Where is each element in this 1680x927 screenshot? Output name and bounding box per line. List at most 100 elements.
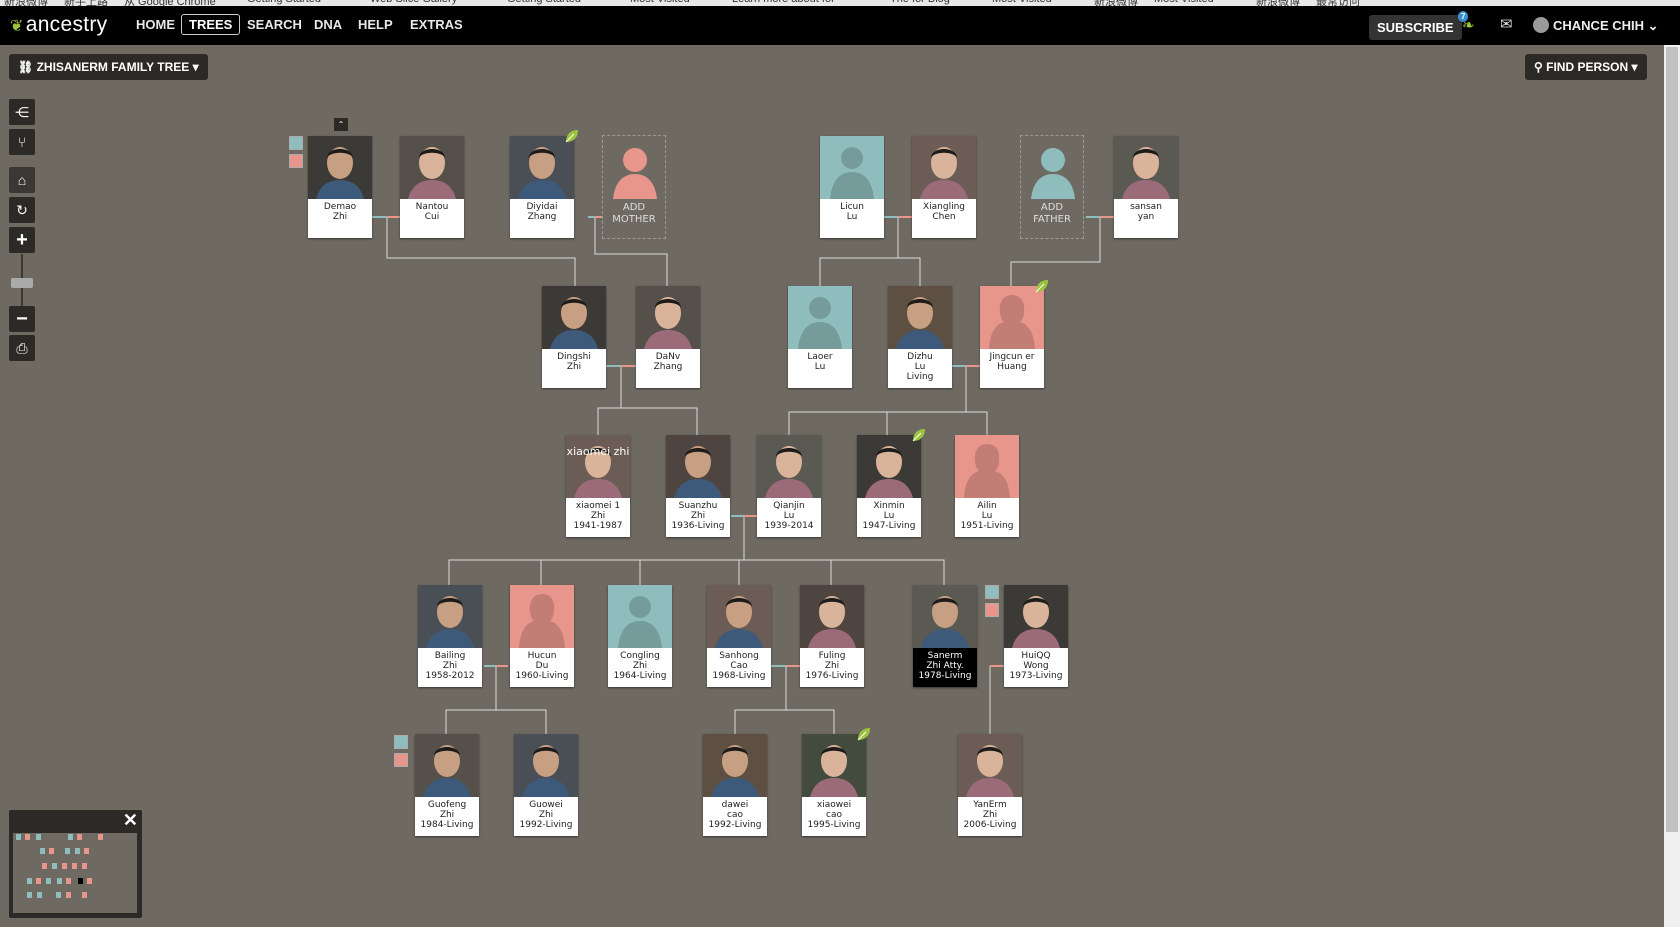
person-card-suanzhu[interactable]: Suanzhu Zhi 1936-Living xyxy=(666,435,730,537)
person-card-laoer[interactable]: Laoer Lu xyxy=(788,286,852,388)
person-card-sanerm[interactable]: Sanerm Zhi Atty. 1978-Living xyxy=(913,585,977,687)
hint-leaf-icon[interactable] xyxy=(564,129,579,144)
minimap-person xyxy=(78,878,83,884)
minimap-person xyxy=(42,863,47,869)
hint-leaf-icon[interactable] xyxy=(1034,279,1049,294)
person-card-guowei[interactable]: Guowei Zhi 1992-Living xyxy=(514,734,578,836)
person-card-dingshi[interactable]: Dingshi Zhi xyxy=(542,286,606,388)
person-card-dawei[interactable]: dawei cao 1992-Living xyxy=(703,734,767,836)
person-card-danv[interactable]: DaNv Zhang xyxy=(636,286,700,388)
person-name: Suanzhu Zhi 1936-Living xyxy=(666,498,730,537)
parent-mother-mini[interactable] xyxy=(985,603,999,617)
person-card-yanerm[interactable]: YanErm Zhi 2006-Living xyxy=(958,734,1022,836)
person-name: xiaomei 1 Zhi 1941-1987 xyxy=(566,498,630,537)
person-card-dizhu[interactable]: Dizhu Lu Living xyxy=(888,286,952,388)
hint-leaf-icon[interactable] xyxy=(856,727,871,742)
person-name: Dingshi Zhi xyxy=(542,349,606,388)
person-name-line: Cao xyxy=(730,661,748,671)
person-card-xinmin[interactable]: Xinmin Lu 1947-Living xyxy=(857,435,921,537)
person-name-line: Suanzhu xyxy=(678,501,718,511)
person-name: dawei cao 1992-Living xyxy=(703,797,767,836)
person-card-sansan[interactable]: sansan yan xyxy=(1114,136,1178,238)
person-name: Licun Lu xyxy=(820,199,884,238)
person-card-hucun[interactable]: Hucun Du 1960-Living xyxy=(510,585,574,687)
person-name-line: Cui xyxy=(424,212,440,222)
person-card-xiangling[interactable]: Xiangling Chen xyxy=(912,136,976,238)
person-name-line: Zhi xyxy=(439,810,455,820)
person-card-fuling[interactable]: Fuling Zhi 1976-Living xyxy=(800,585,864,687)
minimap-viewport[interactable] xyxy=(13,833,137,913)
person-name-line: yan xyxy=(1137,212,1155,222)
photo-caption: xiaomei zhi xyxy=(566,445,630,458)
person-card-bailing[interactable]: Bailing Zhi 1958-2012 xyxy=(418,585,482,687)
minimap-person xyxy=(65,848,70,854)
person-name-line: Du xyxy=(535,661,549,671)
person-card-xiaowei[interactable]: xiaowei cao 1995-Living xyxy=(802,734,866,836)
minimap-person xyxy=(82,892,87,898)
person-card-diyidai[interactable]: Diyidai Zhang xyxy=(510,136,574,238)
minimap-person xyxy=(75,848,80,854)
profile-placeholder xyxy=(608,585,672,648)
profile-photo xyxy=(757,435,821,498)
person-card-sanhong[interactable]: Sanhong Cao 1968-Living xyxy=(707,585,771,687)
minimap-person xyxy=(46,878,51,884)
profile-photo xyxy=(800,585,864,648)
hint-leaf-icon[interactable] xyxy=(911,428,926,443)
expand-ancestors-button[interactable]: ⌃ xyxy=(334,118,348,131)
minimap-person xyxy=(56,892,61,898)
person-name-line: Diyidai xyxy=(526,202,558,212)
person-card-xiaomei[interactable]: xiaomei zhi xiaomei 1 Zhi 1941-1987 xyxy=(566,435,630,537)
person-name-line: Zhi xyxy=(982,810,998,820)
photo-image xyxy=(400,136,464,199)
photo-image xyxy=(958,734,1022,797)
add-mother-card[interactable]: ADD MOTHER xyxy=(602,135,666,239)
add-father-card[interactable]: ADD FATHER xyxy=(1020,135,1084,239)
person-name-line: Zhi xyxy=(590,511,606,521)
person-name-line: ADD xyxy=(622,202,646,213)
silhouette-icon xyxy=(618,596,662,648)
person-lifespan: 1964-Living xyxy=(613,671,667,681)
person-name: ADD MOTHER xyxy=(603,199,665,238)
photo-image xyxy=(418,585,482,648)
parent-mother-mini[interactable] xyxy=(394,753,408,767)
person-name: sansan yan xyxy=(1114,199,1178,238)
person-name-line: Guofeng xyxy=(427,800,467,810)
close-icon[interactable]: ✕ xyxy=(123,810,138,831)
scrollbar-thumb[interactable] xyxy=(1666,47,1678,832)
profile-photo xyxy=(1114,136,1178,199)
minimap-person xyxy=(37,892,42,898)
person-lifespan: 1968-Living xyxy=(712,671,766,681)
minimap-person xyxy=(49,848,54,854)
person-lifespan: 1973-Living xyxy=(1009,671,1063,681)
person-name-line: Zhi xyxy=(332,212,348,222)
parent-father-mini[interactable] xyxy=(985,585,999,599)
person-name-line: Hucun xyxy=(527,651,557,661)
silhouette-icon xyxy=(613,148,657,199)
minimap-person xyxy=(68,834,73,840)
person-name-line: Lu xyxy=(981,511,993,521)
person-name-line: Sanerm xyxy=(927,651,963,661)
person-card-guofeng[interactable]: Guofeng Zhi 1984-Living xyxy=(415,734,479,836)
profile-photo xyxy=(1004,585,1068,648)
person-name-line: Laoer xyxy=(807,352,833,362)
person-card-jingcun[interactable]: Jingcun er Huang xyxy=(980,286,1044,388)
person-lifespan: 1947-Living xyxy=(862,521,916,531)
person-card-demao[interactable]: Demao Zhi xyxy=(308,136,372,238)
photo-image xyxy=(912,136,976,199)
photo-image xyxy=(1004,585,1068,648)
person-name-line: Zhang xyxy=(527,212,557,222)
person-card-licun[interactable]: Licun Lu xyxy=(820,136,884,238)
person-card-huiqq[interactable]: HuiQQ Wong 1973-Living xyxy=(1004,585,1068,687)
person-card-nantou[interactable]: Nantou Cui xyxy=(400,136,464,238)
person-name-line: Lu xyxy=(883,511,895,521)
person-name-line: xiaomei 1 xyxy=(575,501,621,511)
person-card-ailin[interactable]: Ailin Lu 1951-Living xyxy=(955,435,1019,537)
minimap-person xyxy=(66,892,71,898)
parent-father-mini[interactable] xyxy=(289,136,303,150)
parent-father-mini[interactable] xyxy=(394,735,408,749)
person-card-qianjin[interactable]: Qianjin Lu 1939-2014 xyxy=(757,435,821,537)
minimap-person xyxy=(77,834,82,840)
person-card-congling[interactable]: Congling Zhi 1964-Living xyxy=(608,585,672,687)
parent-mother-mini[interactable] xyxy=(289,154,303,168)
person-name-line: FATHER xyxy=(1033,214,1071,225)
